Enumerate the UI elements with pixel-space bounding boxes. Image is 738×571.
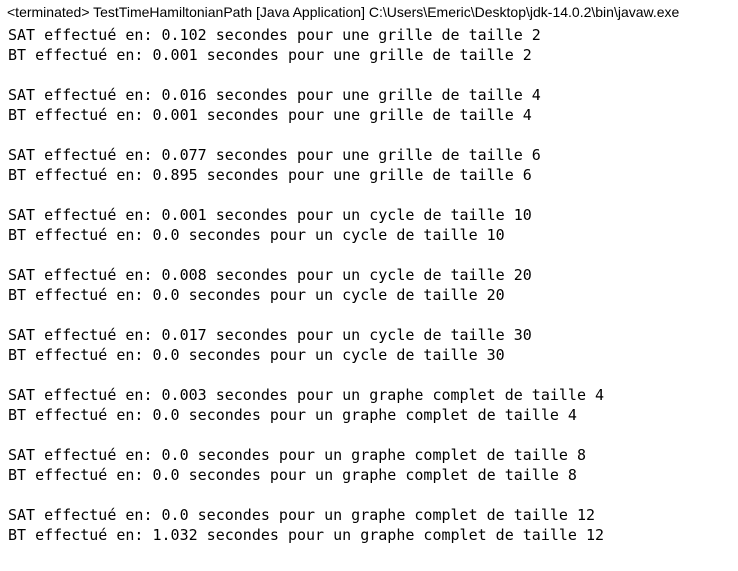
output-group: SAT effectué en: 0.003 secondes pour un … (8, 385, 738, 425)
console-output[interactable]: SAT effectué en: 0.102 secondes pour une… (8, 25, 738, 565)
console-view: <terminated> TestTimeHamiltonianPath [Ja… (0, 0, 738, 571)
output-line-sat: SAT effectué en: 0.0 secondes pour un gr… (8, 446, 586, 464)
output-group: SAT effectué en: 0.016 secondes pour une… (8, 85, 738, 125)
output-line-sat: SAT effectué en: 0.008 secondes pour un … (8, 266, 532, 284)
output-line-bt: BT effectué en: 1.032 secondes pour un g… (8, 526, 605, 544)
output-group: SAT effectué en: 0.008 secondes pour un … (8, 265, 738, 305)
output-group: SAT effectué en: 0.102 secondes pour une… (8, 25, 738, 65)
output-group: SAT effectué en: 0.017 secondes pour un … (8, 325, 738, 365)
output-line-bt: BT effectué en: 0.895 secondes pour une … (8, 166, 532, 184)
output-line-sat: SAT effectué en: 0.016 secondes pour une… (8, 86, 541, 104)
output-line-sat: SAT effectué en: 0.001 secondes pour un … (8, 206, 532, 224)
output-line-bt: BT effectué en: 0.001 secondes pour une … (8, 46, 532, 64)
output-line-sat: SAT effectué en: 0.102 secondes pour une… (8, 26, 541, 44)
output-line-sat: SAT effectué en: 0.017 secondes pour un … (8, 326, 532, 344)
output-line-sat: SAT effectué en: 0.077 secondes pour une… (8, 146, 541, 164)
output-line-bt: BT effectué en: 0.0 secondes pour un gra… (8, 406, 577, 424)
output-group: SAT effectué en: 0.0 secondes pour un gr… (8, 505, 738, 545)
output-line-sat: SAT effectué en: 0.0 secondes pour un gr… (8, 506, 595, 524)
console-header: <terminated> TestTimeHamiltonianPath [Ja… (7, 4, 680, 20)
output-line-bt: BT effectué en: 0.0 secondes pour un cyc… (8, 226, 505, 244)
output-group: SAT effectué en: 0.077 secondes pour une… (8, 145, 738, 185)
output-line-bt: BT effectué en: 0.0 secondes pour un cyc… (8, 286, 505, 304)
output-line-bt: BT effectué en: 0.001 secondes pour une … (8, 106, 532, 124)
output-group: SAT effectué en: 0.0 secondes pour un gr… (8, 445, 738, 485)
output-line-sat: SAT effectué en: 0.003 secondes pour un … (8, 386, 605, 404)
output-group: SAT effectué en: 0.001 secondes pour un … (8, 205, 738, 245)
output-line-bt: BT effectué en: 0.0 secondes pour un cyc… (8, 346, 505, 364)
output-line-bt: BT effectué en: 0.0 secondes pour un gra… (8, 466, 577, 484)
